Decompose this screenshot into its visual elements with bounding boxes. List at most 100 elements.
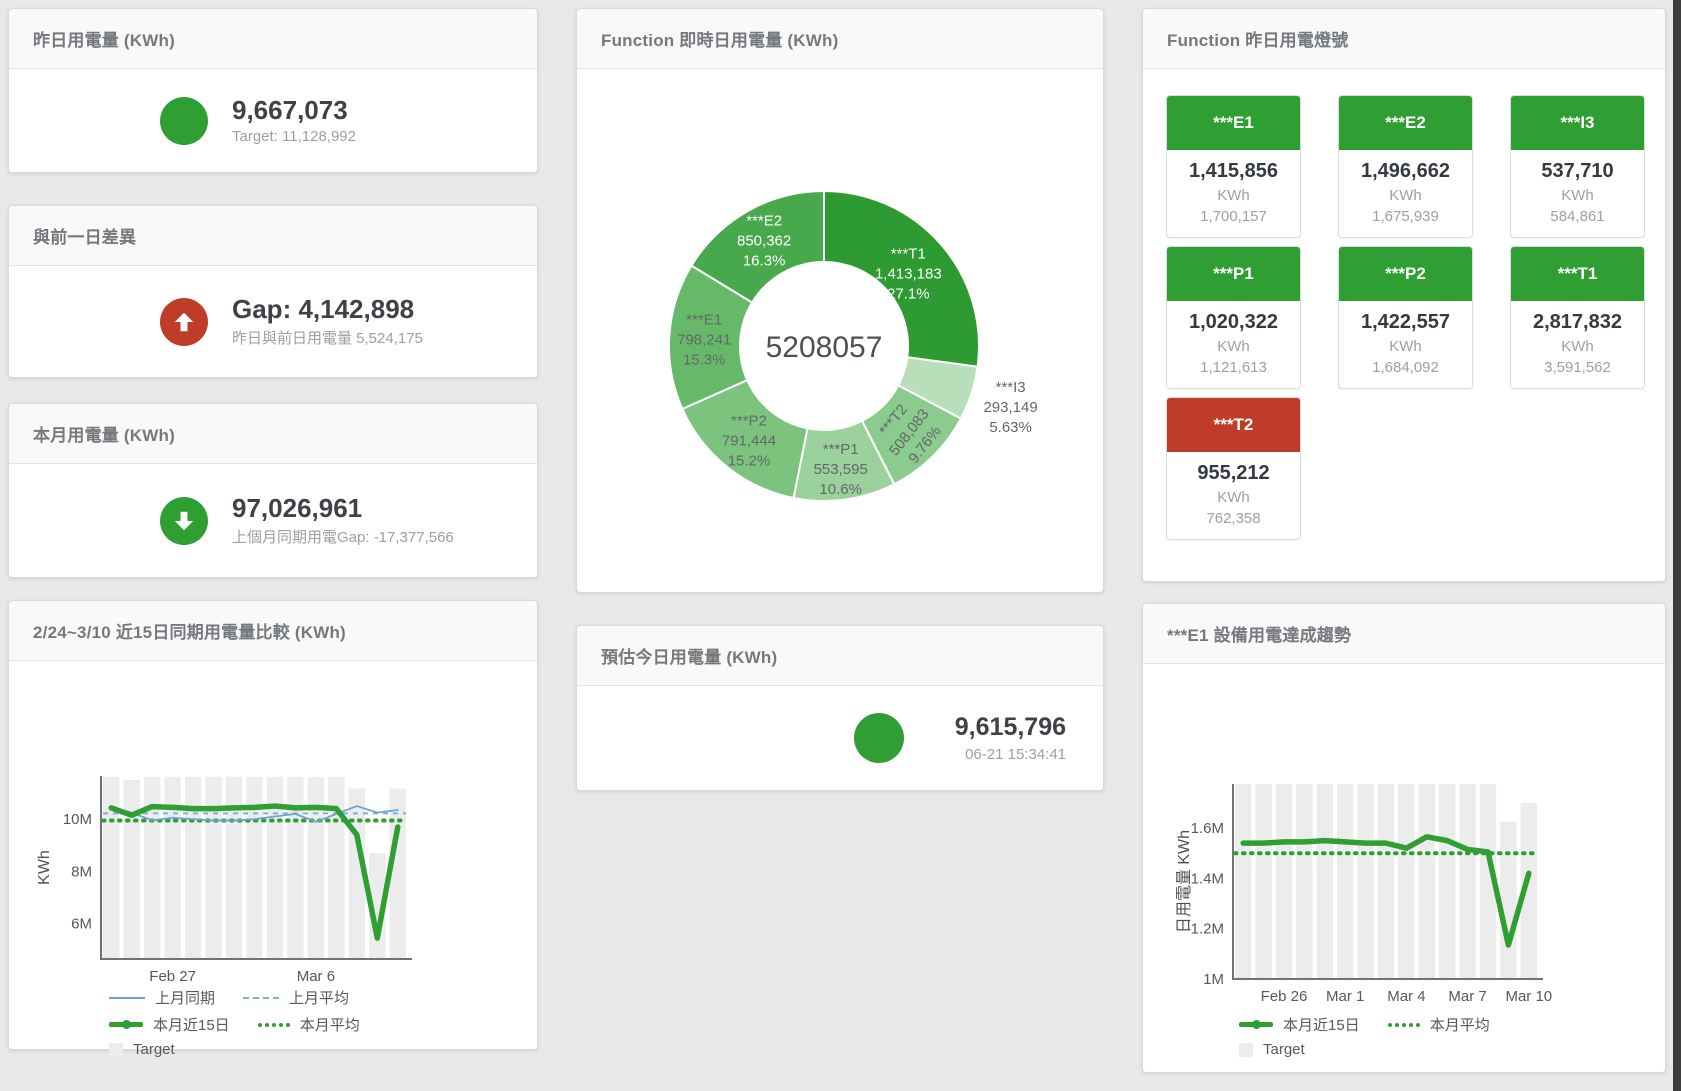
legend-item[interactable]: 本月平均 [1388, 1014, 1490, 1035]
target-bar [1459, 784, 1475, 979]
legend-item[interactable]: Target [109, 1041, 175, 1058]
y-tick-label: 8M [71, 863, 92, 880]
panel-realtime-donut: Function 即時日用電量 (KWh) ***T11,413,18327.1… [576, 8, 1104, 593]
panel-header: 預估今日用電量 (KWh) [577, 626, 1103, 686]
legend-dot-icon [122, 1020, 131, 1029]
tile-unit: KWh [1343, 187, 1468, 204]
tile-body: 1,422,557KWh1,684,092 [1339, 301, 1472, 388]
target-bar [1419, 784, 1435, 979]
scrollbar[interactable] [1673, 0, 1681, 1091]
panel-title: 本月用電量 (KWh) [33, 421, 175, 446]
target-bar [1500, 822, 1516, 979]
arrow-up-icon [160, 298, 208, 346]
legend-item[interactable]: 上月同期 [109, 987, 215, 1008]
target-bar [246, 777, 262, 959]
legend-label: 本月平均 [300, 1014, 360, 1035]
device-tile: ***E21,496,662KWh1,675,939 [1338, 95, 1473, 238]
legend-label: 上月同期 [155, 987, 215, 1008]
target-bar [1439, 784, 1455, 979]
stat-subtitle: 昨日與前日用電量 5,524,175 [232, 327, 423, 348]
target-bar [1255, 784, 1271, 979]
trend-legend: 本月近15日 本月平均 Target [1239, 1014, 1490, 1058]
stat-value: 97,026,961 [232, 494, 454, 523]
target-bar [1317, 784, 1333, 979]
tile-target: 1,121,613 [1171, 359, 1296, 376]
legend-label: Target [133, 1041, 175, 1058]
panel-header: 與前一日差異 [9, 206, 537, 266]
stat-body: 97,026,961 上個月同期用電Gap: -17,377,566 [9, 464, 537, 577]
legend-dotted-icon [258, 1023, 290, 1027]
device-tile: ***P11,020,322KWh1,121,613 [1166, 246, 1301, 389]
y-tick-label: 10M [63, 811, 92, 828]
legend-row: 本月近15日 本月平均 [1239, 1014, 1490, 1035]
tile-status-header: ***E2 [1339, 96, 1472, 150]
legend-thick-icon [109, 1022, 143, 1027]
stat-subtitle: 上個月同期用電Gap: -17,377,566 [232, 526, 454, 547]
panel-estimate-today: 預估今日用電量 (KWh) 9,615,796 06-21 15:34:41 [576, 625, 1104, 791]
stat-value: 9,667,073 [232, 96, 356, 125]
legend-label: 本月平均 [1430, 1014, 1490, 1035]
legend-item[interactable]: 本月近15日 [1239, 1014, 1360, 1035]
legend-thick-icon [1239, 1022, 1273, 1027]
donut-slice-label: ***I3293,1495.63% [983, 379, 1037, 436]
legend-label: 本月近15日 [153, 1014, 230, 1035]
legend-item[interactable]: 本月平均 [258, 1014, 360, 1035]
tile-target: 3,591,562 [1515, 359, 1640, 376]
legend-row: 上月同期 上月平均 [109, 987, 360, 1008]
legend-item[interactable]: 上月平均 [243, 987, 349, 1008]
panel-title: 與前一日差異 [33, 223, 136, 248]
tile-body: 1,496,662KWh1,675,939 [1339, 150, 1472, 237]
legend-item[interactable]: 本月近15日 [109, 1014, 230, 1035]
device-tile: ***E11,415,856KWh1,700,157 [1166, 95, 1301, 238]
legend-row: Target [109, 1041, 360, 1058]
target-bar [103, 777, 119, 959]
panel-e1-trend-chart: ***E1 設備用電達成趨勢 1M1.2M1.4M1.6M日用電量 KWhFeb… [1142, 603, 1666, 1073]
target-bar [185, 777, 201, 959]
y-tick-label: 1.2M [1191, 921, 1224, 938]
legend-dotted-icon [1388, 1023, 1420, 1027]
legend-label: 本月近15日 [1283, 1014, 1360, 1035]
trend-chart: 1M1.2M1.4M1.6M日用電量 KWhFeb 26Mar 1Mar 4Ma… [1143, 604, 1665, 1072]
x-tick-label: Mar 1 [1326, 988, 1364, 1005]
tile-body: 2,817,832KWh3,591,562 [1511, 301, 1644, 388]
legend-box-icon [1239, 1043, 1253, 1057]
device-tile: ***P21,422,557KWh1,684,092 [1338, 246, 1473, 389]
device-tile: ***I3537,710KWh584,861 [1510, 95, 1645, 238]
stat-body: 9,615,796 06-21 15:34:41 [577, 686, 1103, 790]
panel-title: Function 昨日用電燈號 [1167, 26, 1348, 51]
tile-value: 1,422,557 [1343, 311, 1468, 334]
legend-thin-icon [109, 997, 145, 999]
stat-subtitle: Target: 11,128,992 [232, 128, 356, 145]
stat-value: 9,615,796 [955, 714, 1066, 742]
tile-unit: KWh [1515, 187, 1640, 204]
legend-label: Target [1263, 1041, 1305, 1058]
target-bar [124, 780, 140, 959]
panel-yesterday-usage: 昨日用電量 (KWh) 9,667,073 Target: 11,128,992 [8, 8, 538, 173]
y-axis-title: KWh [36, 850, 53, 885]
legend-label: 上月平均 [289, 987, 349, 1008]
stat-body: Gap: 4,142,898 昨日與前日用電量 5,524,175 [9, 266, 537, 377]
x-tick-label: Mar 7 [1448, 988, 1486, 1005]
target-bar [1357, 784, 1373, 979]
tile-target: 1,675,939 [1343, 208, 1468, 225]
tile-status-header: ***E1 [1167, 96, 1300, 150]
legend-item[interactable]: Target [1239, 1041, 1305, 1058]
target-bar [205, 777, 221, 959]
panel-status-lights: Function 昨日用電燈號 ***E1 1,415,856 KWh 1,700,1… [1142, 8, 1666, 582]
stat-text: 97,026,961 上個月同期用電Gap: -17,377,566 [232, 494, 454, 548]
tile-status-header: ***P2 [1339, 247, 1472, 301]
tile-status-header: ***T2 [1167, 398, 1300, 452]
device-tiles-grid: ***E11,415,856KWh1,700,157***E21,496,662… [1166, 95, 1645, 540]
x-tick-label: Mar 6 [297, 968, 335, 985]
tile-unit: KWh [1515, 338, 1640, 355]
tile-value: 1,415,856 [1171, 160, 1296, 183]
target-bar [164, 777, 180, 959]
tile-target: 1,700,157 [1171, 208, 1296, 225]
stat-text: Gap: 4,142,898 昨日與前日用電量 5,524,175 [232, 295, 423, 349]
target-bar [1398, 784, 1414, 979]
device-tile: ***T2955,212KWh762,358 [1166, 397, 1301, 540]
tile-value: 1,020,322 [1171, 311, 1296, 334]
tile-target: 584,861 [1515, 208, 1640, 225]
legend-box-icon [109, 1043, 123, 1057]
tile-status-header: ***I3 [1511, 96, 1644, 150]
